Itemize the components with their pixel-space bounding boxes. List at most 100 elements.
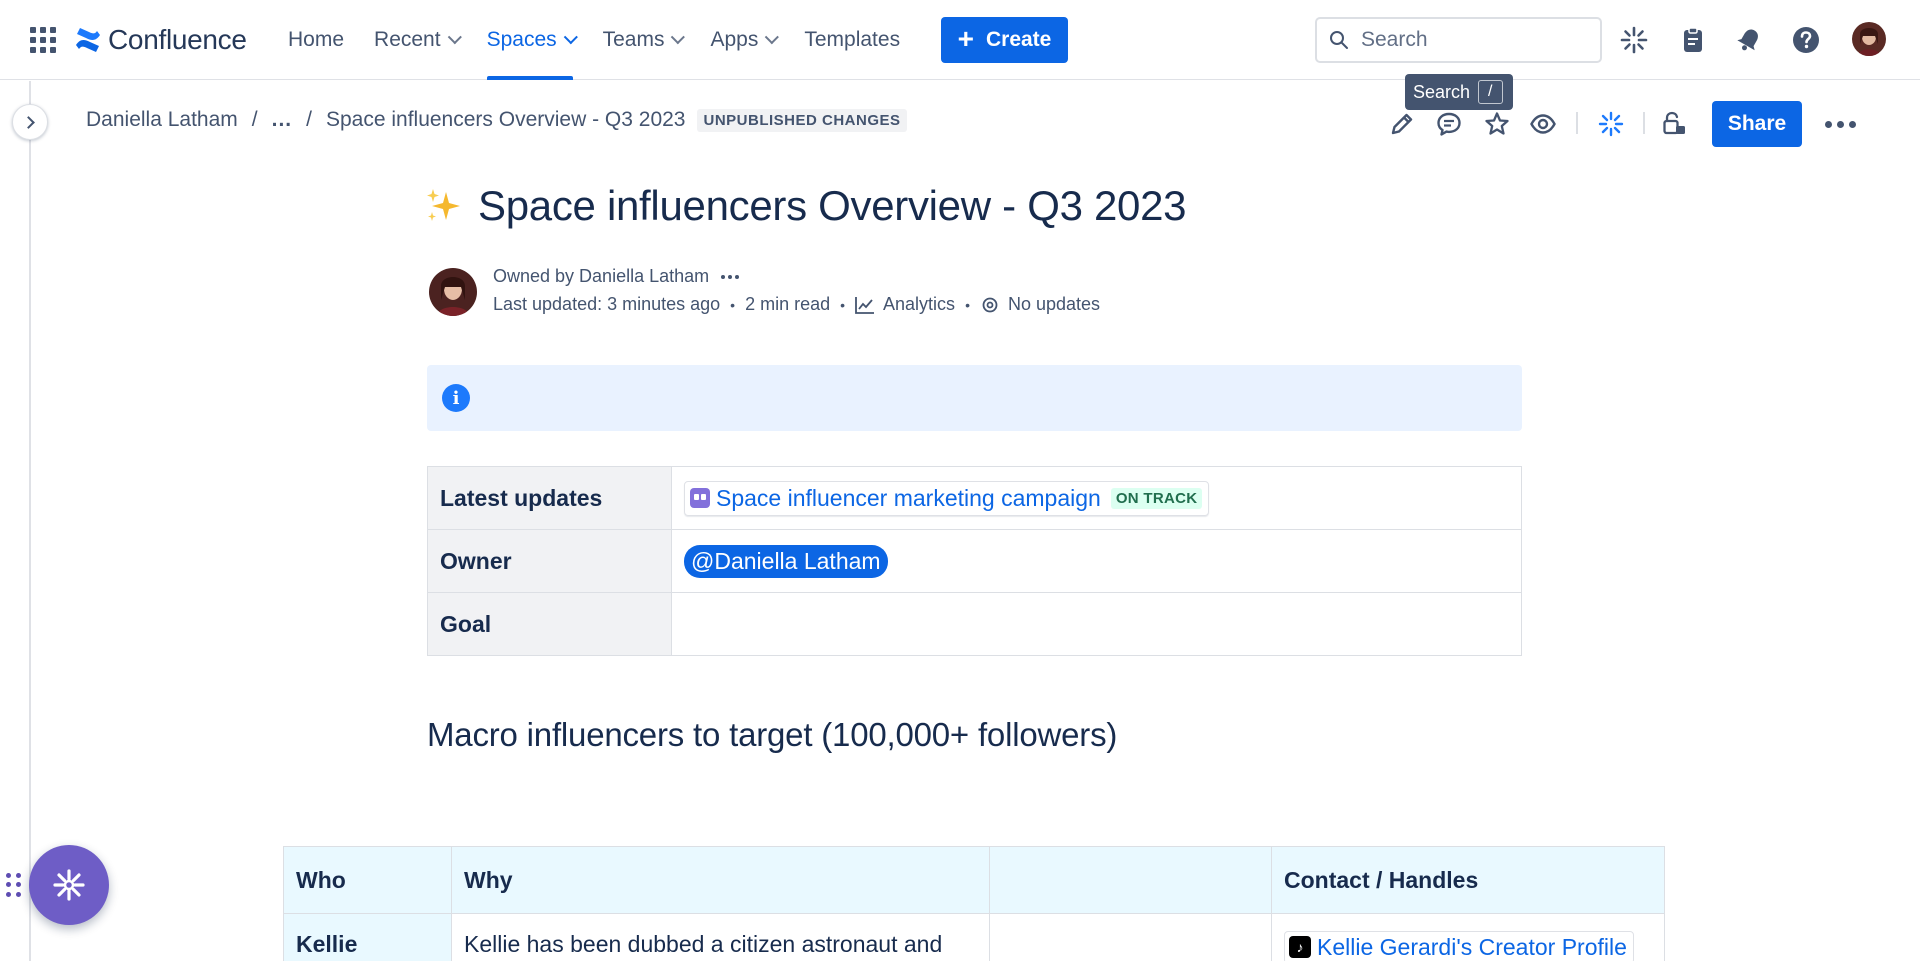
breadcrumb: Daniella Latham / ... / Space influencer…: [86, 108, 907, 132]
brand-name: Confluence: [108, 24, 247, 55]
table-cell: Space influencer marketing campaign ON T…: [671, 466, 1522, 530]
project-link-text: Space influencer marketing campaign: [716, 484, 1101, 511]
expand-sidebar-button[interactable]: [12, 104, 48, 140]
nav-home[interactable]: Home: [288, 0, 344, 80]
info-panel[interactable]: i: [427, 365, 1522, 431]
nav-home-label: Home: [288, 28, 345, 51]
bullet-separator: •: [840, 296, 846, 313]
sidebar-divider: [29, 81, 31, 961]
eye-icon: [1530, 114, 1556, 134]
table-header-row: Who Why Contact / Handles: [283, 846, 1665, 914]
nav-teams-label: Teams: [602, 28, 665, 51]
confluence-logo[interactable]: Confluence: [74, 22, 247, 58]
table-cell[interactable]: [671, 592, 1522, 656]
nav-spaces[interactable]: Spaces: [486, 0, 578, 80]
confluence-logo-icon: [76, 28, 100, 52]
table-cell-contact: ♪ Kellie Gerardi's Creator Profile: [1271, 913, 1665, 961]
page-title-row: Space influencers Overview - Q3 2023: [424, 182, 1187, 230]
chevron-down-icon: [765, 30, 780, 45]
share-label: Share: [1727, 112, 1787, 135]
avatar-image: [429, 268, 477, 316]
table-row: Latest updates Space influencer marketin…: [427, 466, 1522, 530]
nav-templates-label: Templates: [804, 28, 901, 51]
breadcrumb-page[interactable]: Space influencers Overview - Q3 2023: [326, 108, 686, 132]
bullet-separator: •: [965, 296, 970, 313]
action-divider: [1576, 112, 1578, 134]
breadcrumb-separator: /: [306, 108, 312, 131]
notifications-icon[interactable]: [1731, 22, 1767, 58]
keyboard-shortcut: /: [1478, 80, 1503, 104]
analytics-link[interactable]: Analytics: [855, 294, 955, 315]
top-navigation: Confluence Home Recent Spaces Teams Apps…: [0, 0, 1920, 80]
table-header-cell: Goal: [427, 592, 672, 656]
rovo-chat-icon: [53, 869, 85, 901]
section-heading: Macro influencers to target (100,000+ fo…: [427, 716, 1118, 753]
rovo-sparkle-icon: [1598, 111, 1624, 137]
search-icon: [1330, 31, 1348, 49]
table-header-cell: Why: [451, 846, 990, 914]
chevron-down-icon: [563, 30, 578, 45]
search-tooltip: Search /: [1405, 74, 1513, 110]
rovo-icon[interactable]: [1616, 22, 1652, 58]
pencil-icon: [1391, 113, 1413, 135]
status-lozenge: ON TRACK: [1110, 487, 1203, 509]
rovo-page-button[interactable]: [1593, 106, 1629, 142]
help-icon[interactable]: [1788, 22, 1824, 58]
project-icon: [690, 488, 710, 508]
nav-recent[interactable]: Recent: [374, 0, 462, 80]
whats-new-icon[interactable]: [1675, 22, 1711, 58]
table-header-cell: [989, 846, 1272, 914]
influencer-table: Who Why Contact / Handles Kellie Kellie …: [283, 846, 1665, 961]
owned-by-text: Owned by Daniella Latham: [493, 266, 710, 286]
edit-button[interactable]: [1384, 106, 1420, 142]
last-updated: Last updated: 3 minutes ago: [493, 294, 721, 314]
breadcrumb-ellipsis[interactable]: ...: [272, 108, 293, 132]
creator-link-text: Kellie Gerardi's Creator Profile: [1317, 933, 1627, 960]
search-box[interactable]: [1315, 17, 1602, 63]
user-mention[interactable]: @Daniella Latham: [684, 544, 888, 578]
owner-line: Owned by Daniella Latham: [493, 266, 740, 287]
table-cell-blank: [989, 913, 1272, 961]
project-smart-link[interactable]: Space influencer marketing campaign ON T…: [684, 480, 1210, 516]
tiktok-icon: ♪: [1289, 936, 1311, 958]
table-header-cell: Latest updates: [427, 466, 672, 530]
app-switcher-icon[interactable]: [30, 27, 56, 53]
nav-apps-label: Apps: [710, 28, 759, 51]
star-button[interactable]: [1479, 106, 1515, 142]
clipboard-icon: [1684, 27, 1702, 52]
more-actions-button[interactable]: [1820, 106, 1860, 142]
chevron-down-icon: [447, 30, 462, 45]
status-badge: UNPUBLISHED CHANGES: [697, 108, 907, 132]
bullet-separator: •: [730, 296, 736, 313]
info-icon: i: [442, 384, 470, 412]
chevron-down-icon: [671, 30, 686, 45]
owner-avatar[interactable]: [429, 268, 477, 316]
table-cell-why: Kellie has been dubbed a citizen astrona…: [451, 913, 990, 961]
comments-button[interactable]: [1431, 106, 1467, 142]
byline-more-icon[interactable]: [721, 274, 740, 279]
star-icon: [1485, 112, 1509, 135]
target-icon: [982, 297, 998, 312]
nav-templates[interactable]: Templates: [804, 0, 900, 80]
breadcrumb-separator: /: [251, 108, 258, 131]
more-icon-dot: [1848, 120, 1856, 128]
restrictions-button[interactable]: [1657, 106, 1693, 142]
updates-link[interactable]: No updates: [980, 294, 1100, 315]
analytics-icon: [855, 296, 875, 314]
nav-apps[interactable]: Apps: [710, 0, 780, 80]
create-button[interactable]: + Create: [941, 17, 1068, 63]
watch-button[interactable]: [1525, 106, 1561, 142]
nav-teams[interactable]: Teams: [602, 0, 686, 80]
profile-avatar[interactable]: [1852, 22, 1886, 56]
rovo-chat-button[interactable]: [29, 845, 109, 925]
breadcrumb-space[interactable]: Daniella Latham: [86, 108, 238, 132]
drag-handle-icon[interactable]: [6, 873, 22, 897]
search-input[interactable]: [1361, 28, 1581, 52]
creator-profile-link[interactable]: ♪ Kellie Gerardi's Creator Profile: [1284, 930, 1634, 961]
table-row: Kellie Kellie has been dubbed a citizen …: [283, 913, 1665, 961]
updates-label: No updates: [1007, 294, 1101, 314]
more-icon-dot: [1824, 120, 1832, 128]
share-button[interactable]: Share: [1712, 101, 1802, 147]
plus-icon: +: [957, 22, 974, 54]
nav-recent-label: Recent: [374, 28, 441, 51]
